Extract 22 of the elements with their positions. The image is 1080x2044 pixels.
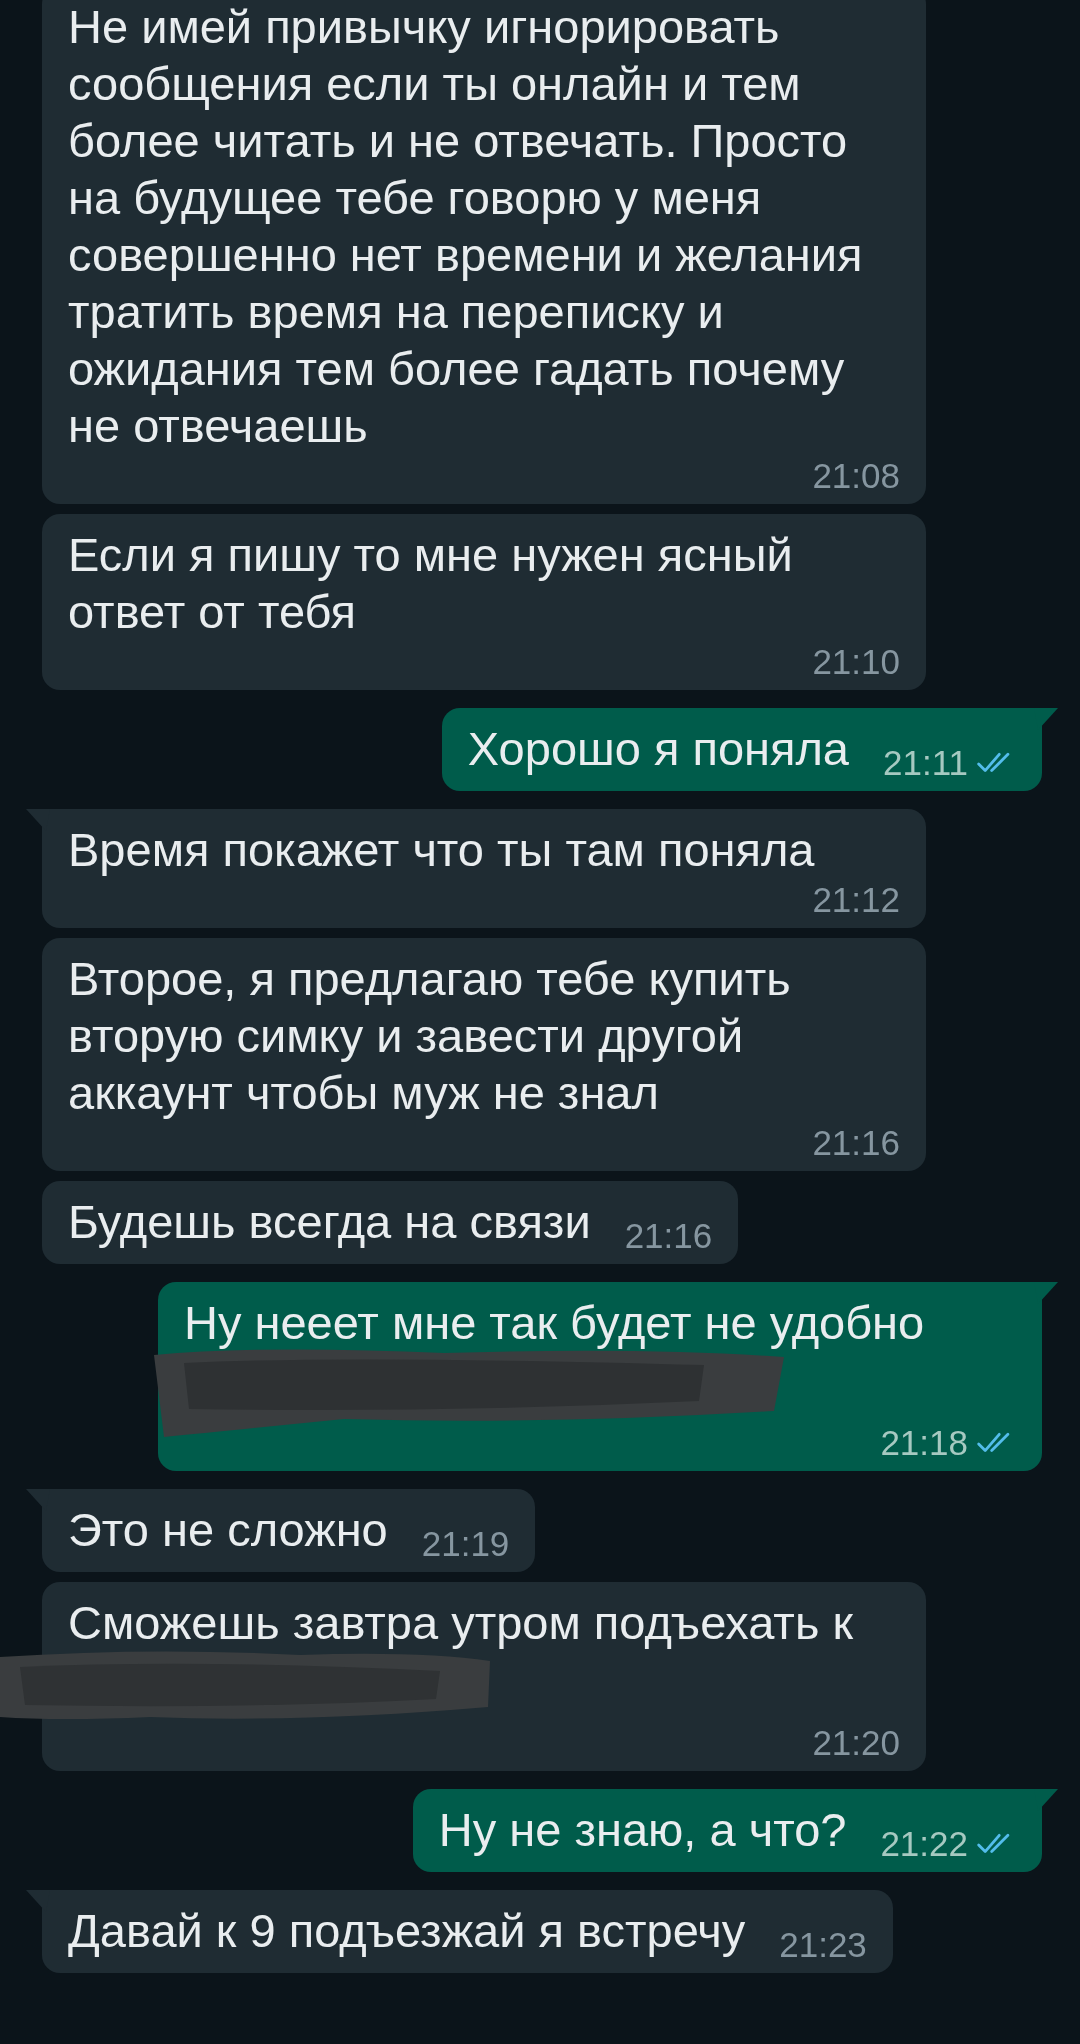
message-text: Ну нееет мне так будет не удобно bbox=[184, 1295, 925, 1351]
message-time: 21:08 bbox=[812, 455, 900, 497]
message-text: Время покажет что ты там поняла bbox=[68, 822, 815, 878]
message-time: 21:16 bbox=[812, 1122, 900, 1164]
message-time: 21:19 bbox=[421, 1523, 510, 1565]
message-time: 21:16 bbox=[624, 1215, 713, 1257]
message-text: Это не сложно bbox=[68, 1502, 388, 1558]
message-text: Сможешь завтра утром подъехать к bbox=[68, 1595, 853, 1651]
message-text: Если я пишу то мне нужен ясный ответ от тебя bbox=[68, 527, 794, 640]
message-time: 21:22 bbox=[880, 1823, 968, 1865]
message-text: Будешь всегда на связи bbox=[68, 1194, 591, 1250]
message-time: 21:23 bbox=[779, 1924, 867, 1966]
message-text: Хорошо я поняла bbox=[467, 721, 849, 777]
message-text: Давай к 9 подъезжай я встречу bbox=[68, 1903, 746, 1959]
message-time: 21:20 bbox=[812, 1722, 900, 1764]
message-text: Ну не знаю, а что? bbox=[438, 1802, 847, 1858]
message-time: 21:10 bbox=[812, 641, 900, 683]
message-text: Не имей привычку игнорировать сообщения если ты онлайн и тем более читать и не отвечать. Просто на будущее тебе говорю у меня совершенно нет времени и желания тратить время на переписку и ожидания тем более гадать почему не отвечаешь bbox=[68, 0, 864, 454]
message-time: 21:12 bbox=[812, 879, 900, 921]
message-text: Второе, я предлагаю тебе купить вторую симку и завести другой аккаунт чтобы муж не знал bbox=[68, 951, 792, 1121]
message-time: 21:18 bbox=[880, 1422, 968, 1464]
message-time: 21:11 bbox=[883, 742, 968, 784]
